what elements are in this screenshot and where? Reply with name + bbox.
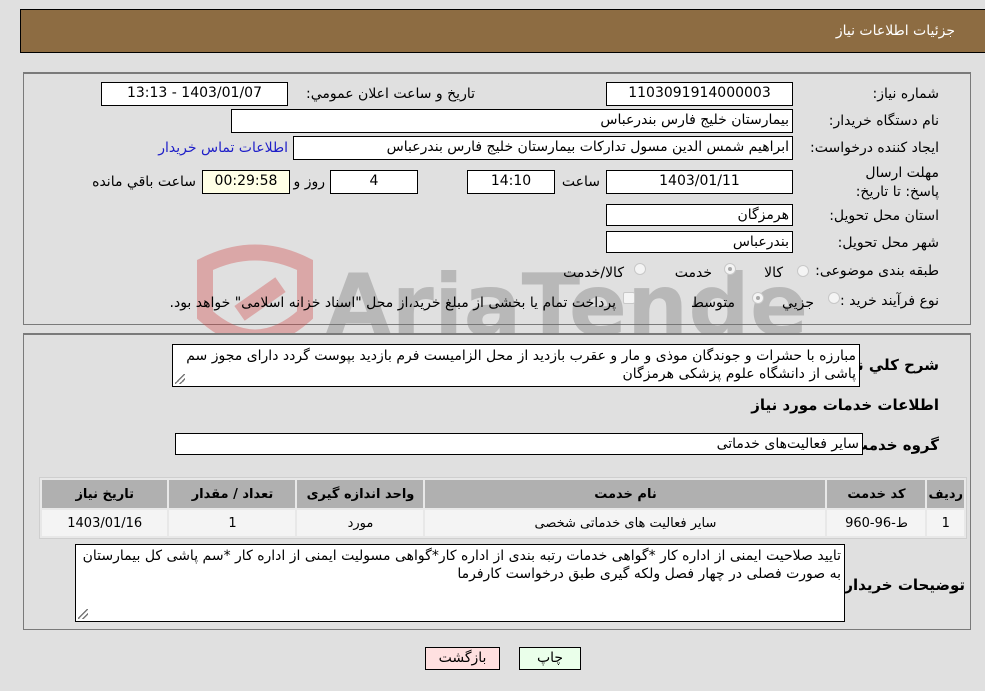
col-row-number: ردیف bbox=[927, 480, 964, 508]
deadline-date-field[interactable]: 1403/01/11 bbox=[606, 170, 793, 194]
services-table: ردیف کد خدمت نام خدمت واحد اندازه گیری ت… bbox=[39, 477, 967, 539]
announce-label: تاریخ و ساعت اعلان عمومي: bbox=[306, 86, 475, 102]
buyer-org-field[interactable]: بیمارستان خلیج فارس بندرعباس bbox=[231, 109, 793, 133]
process-option-medium: متوسط bbox=[691, 295, 735, 311]
cell-unit: مورد bbox=[297, 510, 424, 536]
process-option-minor: جزیي bbox=[782, 295, 814, 311]
category-radio-goods-service[interactable] bbox=[634, 263, 646, 275]
buyer-contact-link[interactable]: اطلاعات تماس خریدار bbox=[158, 140, 288, 156]
resize-grip-icon[interactable] bbox=[175, 374, 185, 384]
process-label: نوع فرآیند خرید : bbox=[840, 293, 939, 309]
deadline-time-field[interactable]: 14:10 bbox=[467, 170, 555, 194]
category-option-service: خدمت bbox=[674, 265, 712, 281]
need-number-label: شماره نیاز: bbox=[872, 86, 940, 102]
buyer-notes-label: توضیحات خریدار: bbox=[838, 576, 965, 594]
service-group-field[interactable]: سایر فعالیت‌های خدماتی bbox=[175, 433, 863, 455]
services-section-title: اطلاعات خدمات مورد نیاز bbox=[751, 396, 939, 414]
cell-need-date: 1403/01/16 bbox=[42, 510, 168, 536]
col-service-code: کد خدمت bbox=[827, 480, 926, 508]
page-title: جزئیات اطلاعات نیاز bbox=[835, 23, 955, 39]
category-radio-goods[interactable] bbox=[797, 265, 809, 277]
days-label: روز و bbox=[293, 174, 326, 190]
deadline-time-label: ساعت bbox=[561, 174, 600, 190]
table-row: 1 ط-96-960 سایر فعالیت های خدماتی شخصی م… bbox=[42, 510, 964, 536]
category-option-goods-service: کالا/خدمت bbox=[563, 265, 624, 281]
need-number-field[interactable]: 1103091914000003 bbox=[606, 82, 793, 106]
process-radio-medium[interactable] bbox=[752, 292, 764, 304]
description-text: مبارزه با حشرات و جوندگان موذی و مار و ع… bbox=[186, 348, 856, 382]
deadline-label: مهلت ارسال پاسخ: تا تاریخ: bbox=[855, 165, 939, 200]
cell-service-name: سایر فعالیت های خدماتی شخصی bbox=[425, 510, 826, 536]
cell-service-code: ط-96-960 bbox=[827, 510, 926, 536]
treasury-checkbox[interactable] bbox=[623, 292, 635, 304]
col-need-date: تاریخ نیاز bbox=[42, 480, 168, 508]
col-service-name: نام خدمت bbox=[425, 480, 826, 508]
buyer-notes-textarea[interactable]: تایید صلاحیت ایمنی از اداره کار *گواهی خ… bbox=[75, 544, 845, 622]
province-field[interactable]: هرمزگان bbox=[606, 204, 793, 226]
cell-row-number: 1 bbox=[927, 510, 964, 536]
col-quantity: تعداد / مقدار bbox=[169, 480, 296, 508]
remaining-time-field: 00:29:58 bbox=[202, 170, 290, 194]
description-textarea[interactable]: مبارزه با حشرات و جوندگان موذی و مار و ع… bbox=[172, 344, 860, 387]
category-label: طبقه بندی موضوعی: bbox=[815, 263, 939, 279]
treasury-checkbox-label: پرداخت تمام یا بخشی از مبلغ خرید،از محل … bbox=[169, 295, 616, 311]
page-header: جزئیات اطلاعات نیاز bbox=[20, 9, 985, 53]
city-field[interactable]: بندرعباس bbox=[606, 231, 793, 253]
back-button[interactable]: بازگشت bbox=[425, 647, 500, 670]
process-radio-minor[interactable] bbox=[828, 292, 840, 304]
city-label: شهر محل تحویل: bbox=[837, 235, 939, 251]
days-remaining-field[interactable]: 4 bbox=[330, 170, 418, 194]
buyer-org-label: نام دستگاه خریدار: bbox=[828, 113, 939, 129]
cell-quantity: 1 bbox=[169, 510, 296, 536]
resize-grip-icon[interactable] bbox=[78, 609, 88, 619]
buyer-notes-text: تایید صلاحیت ایمنی از اداره کار *گواهی خ… bbox=[82, 548, 841, 582]
category-option-goods: کالا bbox=[764, 265, 783, 281]
creator-field[interactable]: ابراهیم شمس الدین مسول تدارکات بیمارستان… bbox=[293, 136, 793, 160]
category-radio-service[interactable] bbox=[724, 263, 736, 275]
remaining-time-label: ساعت باقي مانده bbox=[92, 174, 196, 190]
province-label: استان محل تحویل: bbox=[829, 208, 939, 224]
col-unit: واحد اندازه گیری bbox=[297, 480, 424, 508]
creator-label: ایجاد کننده درخواست: bbox=[810, 140, 939, 156]
announce-datetime-field[interactable]: 1403/01/07 - 13:13 bbox=[101, 82, 288, 106]
table-header-row: ردیف کد خدمت نام خدمت واحد اندازه گیری ت… bbox=[42, 480, 964, 508]
print-button[interactable]: چاپ bbox=[519, 647, 581, 670]
